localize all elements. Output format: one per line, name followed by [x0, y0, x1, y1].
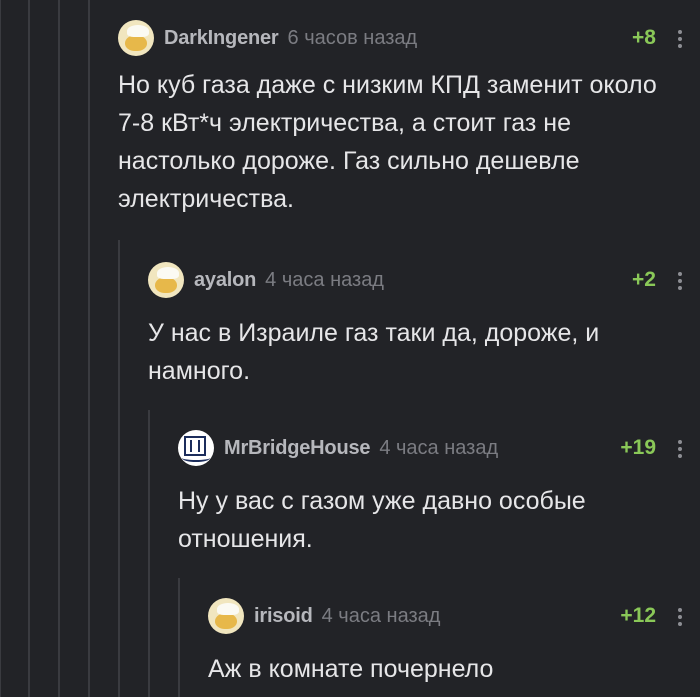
comment-text: Аж в комнате почернело [208, 655, 494, 683]
comment: ayalon 4 часа назад +2 У нас в Израиле г… [148, 260, 688, 390]
more-options-icon[interactable] [678, 30, 682, 51]
comment-rating: +2 [632, 268, 656, 291]
comment-header: MrBridgeHouse 4 часа назад +19 [178, 428, 688, 468]
thread-line[interactable] [58, 0, 60, 697]
thread-line[interactable] [28, 0, 30, 697]
comment-rating: +12 [620, 604, 656, 627]
more-options-icon[interactable] [678, 272, 682, 293]
comment: DarkIngener 6 часов назад +8 Но куб газа… [118, 18, 688, 218]
comment-time[interactable]: 4 часа назад [322, 605, 441, 628]
thread-line[interactable] [88, 0, 90, 697]
bridge-house-logo-icon[interactable] [178, 430, 214, 466]
comment-time[interactable]: 6 часов назад [288, 27, 418, 50]
comment-text: Но куб газа даже с низким КПД заменит ок… [118, 71, 657, 213]
comment-header: DarkIngener 6 часов назад +8 [118, 18, 688, 58]
more-options-icon[interactable] [678, 608, 682, 629]
thread-line[interactable] [148, 410, 150, 697]
chef-hat-avatar-icon[interactable] [148, 262, 184, 298]
comment-rating: +19 [620, 436, 656, 459]
username[interactable]: MrBridgeHouse [224, 437, 371, 460]
username[interactable]: irisoid [254, 605, 313, 628]
comment-header: ayalon 4 часа назад +2 [148, 260, 688, 300]
comment-text: У нас в Израиле газ таки да, дороже, и н… [148, 319, 600, 385]
comment-header: irisoid 4 часа назад +12 [208, 596, 688, 636]
comment-time[interactable]: 4 часа назад [379, 437, 498, 460]
username[interactable]: ayalon [194, 269, 256, 292]
comment-rating: +8 [632, 26, 656, 49]
thread-line[interactable] [118, 240, 120, 697]
chef-hat-avatar-icon[interactable] [208, 598, 244, 634]
comment-time[interactable]: 4 часа назад [265, 269, 384, 292]
thread-line[interactable] [0, 0, 1, 697]
chef-hat-avatar-icon[interactable] [118, 20, 154, 56]
username[interactable]: DarkIngener [164, 27, 279, 50]
more-options-icon[interactable] [678, 440, 682, 461]
comment: irisoid 4 часа назад +12 Аж в комнате по… [208, 596, 688, 688]
comment: MrBridgeHouse 4 часа назад +19 Ну у вас … [178, 428, 688, 558]
thread-line[interactable] [178, 578, 180, 697]
comment-text: Ну у вас с газом уже давно особые отноше… [178, 487, 586, 553]
